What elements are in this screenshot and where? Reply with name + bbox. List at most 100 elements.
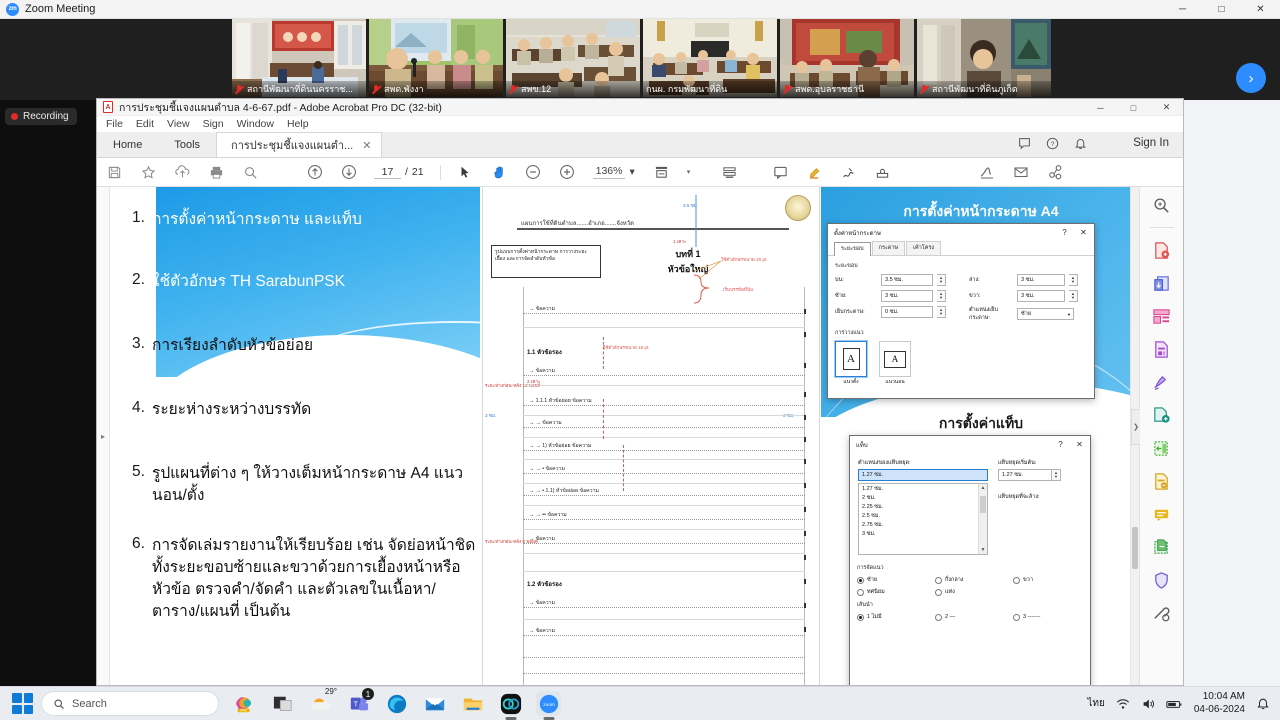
zoom-level-control[interactable]: 136% ▾ [592,165,635,179]
left-navigation-rail[interactable]: ▸ [97,187,110,685]
sign-icon[interactable] [978,164,995,181]
tab-home[interactable]: Home [97,132,158,157]
gutter-spinner[interactable]: ▲ ▼ [937,306,946,318]
draw-icon[interactable] [840,164,857,181]
volume-icon[interactable] [1141,697,1155,711]
acrobat-maximize-button[interactable]: □ [1117,99,1150,116]
pdf-page-canvas[interactable]: 1. การตั้งค่าหน้ากระดาษ และแท็บ 2. ใช้ตั… [110,187,1139,685]
tab-margins[interactable]: ระยะขอบ [834,242,871,256]
mail-icon[interactable] [422,691,447,716]
participant-thumbnail[interactable]: สถานีพัฒนาที่ดินภูเก็ต [917,19,1051,97]
align-decimal-radio[interactable]: ทศนิยม [857,588,935,596]
menu-view[interactable]: View [167,118,190,130]
list-item[interactable]: 2 ซม. [859,493,987,502]
copilot-icon[interactable]: PRE [232,691,257,716]
margin-bottom-spinner[interactable]: ▲ ▼ [1069,274,1078,286]
highlight-icon[interactable] [806,164,823,181]
weather-icon[interactable]: 29° [308,687,337,716]
leader-dash-radio[interactable]: 2 — [935,613,1013,621]
upload-icon[interactable] [174,164,191,181]
zoom-icon[interactable]: zoom [536,691,561,716]
scroll-down-icon[interactable]: ▼ [979,547,987,553]
menu-help[interactable]: Help [287,118,309,130]
margin-top-spinner[interactable]: ▲ ▼ [937,274,946,286]
app-icon[interactable] [498,691,523,716]
notification-icon[interactable] [1256,697,1270,711]
hand-tool-icon[interactable] [491,164,508,181]
help-icon[interactable]: ? [1046,137,1059,150]
tab-position-input[interactable]: 1.27 ซม. [858,469,988,481]
align-bar-radio[interactable]: แท่ง [935,588,955,596]
protect-icon[interactable] [1151,569,1173,591]
create-pdf-icon[interactable] [1151,239,1173,261]
language-indicator[interactable]: ไทย [1087,696,1104,711]
redact-icon[interactable] [1151,470,1173,492]
zoom-minimize-button[interactable]: ─ [1163,0,1202,19]
print-icon[interactable] [208,164,225,181]
page-number-input[interactable] [374,165,401,179]
dialog-close-button[interactable]: ✕ [1071,438,1088,452]
bell-icon[interactable] [1074,137,1087,150]
clock[interactable]: 10:04 AM 04-06-2024 [1194,691,1245,716]
orientation-portrait[interactable]: A แนวตั้ง [834,340,868,386]
start-button[interactable] [12,693,33,714]
participant-thumbnail[interactable]: สพด.พังงา [369,19,503,97]
scroll-thumb[interactable] [980,496,986,513]
sign-in-button[interactable]: Sign In [1133,137,1169,149]
next-participants-button[interactable]: › [1236,63,1266,93]
tab-close-icon[interactable]: ✕ [362,139,371,152]
menu-file[interactable]: File [106,118,123,130]
list-scrollbar[interactable]: ▲ ▼ [978,484,987,554]
participant-thumbnail-active[interactable]: กนผ. กรมพัฒนาที่ดิน [643,19,777,97]
comment-tool-icon[interactable] [1151,371,1173,393]
next-page-button[interactable] [340,164,357,181]
wifi-icon[interactable] [1116,697,1130,711]
menu-edit[interactable]: Edit [136,118,154,130]
tab-paper[interactable]: กระดาษ [871,241,906,255]
save-icon[interactable] [106,164,123,181]
zoom-in-button[interactable] [559,164,576,181]
chevron-down-icon[interactable]: ▾ [687,168,691,176]
task-view-icon[interactable] [270,691,295,716]
scroll-thumb[interactable] [1132,527,1138,569]
scan-ocr-icon[interactable] [1151,536,1173,558]
gutter-input[interactable]: 0 ซม. [881,306,933,318]
orientation-landscape[interactable]: A แนวนอน [879,341,911,386]
scroll-mode-icon[interactable] [721,164,738,181]
dialog-close-button[interactable]: ✕ [1075,226,1092,240]
comment-tool-icon[interactable] [772,164,789,181]
margin-left-spinner[interactable]: ▲ ▼ [937,290,946,302]
list-item[interactable]: 2.25 ซม. [859,502,987,511]
search-icon[interactable] [242,164,259,181]
margin-bottom-input[interactable]: 3 ซม. [1017,274,1065,286]
search-input[interactable]: Search [41,691,219,716]
dialog-help-button[interactable]: ? [1052,438,1069,452]
list-item[interactable]: 1.27 ซม. [859,484,987,493]
gutter-position-select[interactable]: ซ้าย ▼ [1017,308,1074,320]
participant-thumbnail[interactable]: สพข.12 [506,19,640,97]
margin-right-spinner[interactable]: ▲ ▼ [1069,290,1078,302]
search-tool-icon[interactable] [1151,194,1173,216]
tab-document[interactable]: การประชุมชี้แจงแผนตำ... ✕ [216,132,383,157]
leader-none-radio[interactable]: 1 ไม่มี [857,613,935,621]
stamp-icon[interactable] [874,164,891,181]
compress-pdf-icon[interactable] [1151,437,1173,459]
mail-icon[interactable] [1012,164,1029,181]
dialog-help-button[interactable]: ? [1056,226,1073,240]
file-explorer-icon[interactable] [460,691,485,716]
margin-top-input[interactable]: 3.5 ซม. [881,274,933,286]
margin-right-input[interactable]: 3 ซม. [1017,290,1065,302]
align-right-radio[interactable]: ขวา [1013,576,1033,584]
tab-tools[interactable]: Tools [158,132,216,157]
combine-files-icon[interactable] [1151,404,1173,426]
list-item[interactable]: 2.5 ซม. [859,511,987,520]
teams-icon[interactable]: T 1 [346,688,374,716]
stamp-tool-icon[interactable] [1151,503,1173,525]
star-icon[interactable] [140,164,157,181]
organize-pages-icon[interactable] [1151,305,1173,327]
participant-thumbnail[interactable]: สถานีพัฒนาที่ดินนครราช... [232,19,366,97]
acrobat-close-button[interactable]: ✕ [1150,99,1183,116]
chevron-down-icon[interactable]: ▾ [629,166,634,178]
list-item[interactable]: 2.75 ซม. [859,520,987,529]
fit-page-icon[interactable] [653,164,670,181]
